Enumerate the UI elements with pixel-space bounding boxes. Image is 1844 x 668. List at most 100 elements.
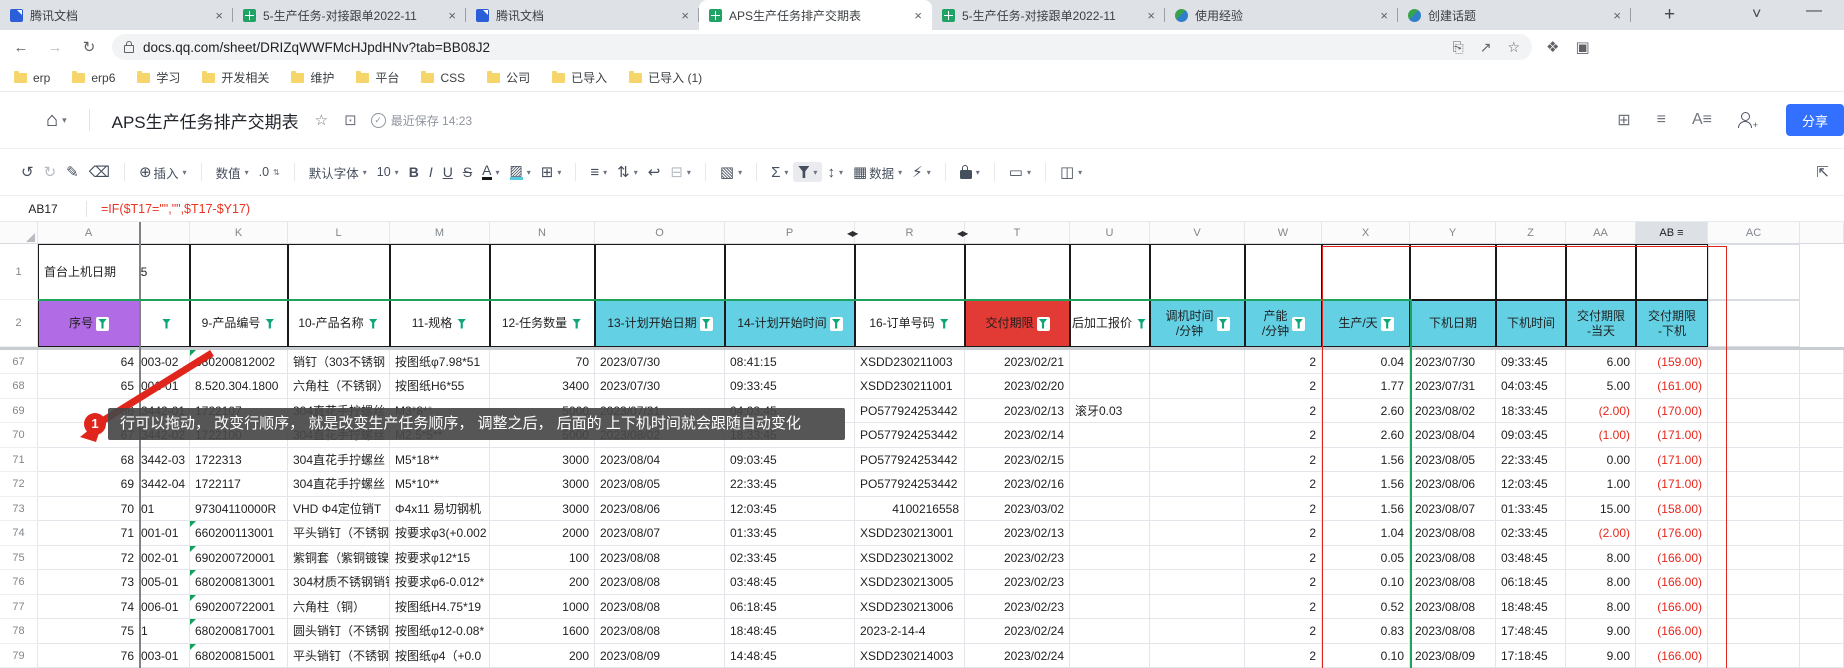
col-letter-N[interactable]: N bbox=[490, 222, 595, 244]
cell-R73[interactable]: 4100216558 bbox=[855, 497, 965, 521]
hidden-column-s-marker[interactable]: ◀▶ bbox=[957, 229, 967, 238]
cell-V77[interactable] bbox=[1150, 595, 1245, 619]
cell-V78[interactable] bbox=[1150, 619, 1245, 643]
cell-W75[interactable]: 2 bbox=[1245, 546, 1322, 570]
browser-tab-3[interactable]: 腾讯文档× bbox=[466, 0, 699, 30]
h-align-button[interactable]: ≡▾ bbox=[585, 160, 612, 185]
cell-V75[interactable] bbox=[1150, 546, 1245, 570]
cell-T71[interactable]: 2023/02/15 bbox=[965, 448, 1070, 472]
merge-cells-button[interactable]: ⊟▾ bbox=[665, 159, 696, 185]
filter-funnel-icon[interactable] bbox=[1135, 317, 1148, 331]
cell-K68[interactable]: 8.520.304.1800 bbox=[190, 374, 288, 398]
cell-M67[interactable]: 按图纸φ7.98*51 bbox=[390, 350, 490, 374]
cell-hidden1[interactable]: 15 bbox=[140, 244, 190, 300]
cell-V79[interactable] bbox=[1150, 644, 1245, 668]
insert-button[interactable]: ⊕插入▾ bbox=[134, 159, 192, 186]
browser-tab-4[interactable]: APS生产任务排产交期表× bbox=[699, 0, 932, 30]
cell-A78[interactable]: 75 bbox=[38, 619, 140, 643]
number-format-button[interactable]: 数值▾ bbox=[211, 159, 254, 186]
cell-hidden77[interactable]: 006-01 bbox=[140, 595, 190, 619]
filter-funnel-icon[interactable] bbox=[1037, 317, 1050, 331]
window-minimize-icon[interactable]: — bbox=[1806, 2, 1822, 20]
automation-icon[interactable]: ⚡▾ bbox=[907, 159, 936, 185]
cell-O75[interactable]: 2023/08/08 bbox=[595, 546, 725, 570]
cell-K76[interactable]: 680200813001 bbox=[190, 570, 288, 594]
row-number-1[interactable]: 1 bbox=[0, 244, 38, 300]
bookmark-item-5[interactable]: 维护 bbox=[291, 69, 334, 86]
col-letter-K[interactable]: K bbox=[190, 222, 288, 244]
cell-R67[interactable]: XSDD230211003 bbox=[855, 350, 965, 374]
header-V[interactable]: 调机时间 /分钟 bbox=[1150, 300, 1245, 347]
data-button[interactable]: ▦数据▾ bbox=[848, 159, 907, 186]
tab-close-icon[interactable]: × bbox=[1147, 8, 1155, 23]
row-number-70[interactable]: 70 bbox=[0, 423, 38, 447]
col-letter-Z[interactable]: Z bbox=[1496, 222, 1566, 244]
reload-icon[interactable]: ↻ bbox=[76, 38, 102, 56]
cell-R70[interactable]: PO577924253442 bbox=[855, 423, 965, 447]
cell-L68[interactable]: 六角柱（不锈钢） bbox=[288, 374, 390, 398]
cell-M76[interactable]: 按要求φ6-0.012* bbox=[390, 570, 490, 594]
url-text[interactable]: docs.qq.com/sheet/DRIZqWWFMcHJpdHNv?tab=… bbox=[143, 40, 490, 55]
underline-button[interactable]: U bbox=[438, 160, 458, 184]
cell-K74[interactable]: 660200113001 bbox=[190, 521, 288, 545]
cell-A68[interactable]: 65 bbox=[38, 374, 140, 398]
header-U[interactable]: 后加工报价 bbox=[1070, 300, 1150, 347]
tab-close-icon[interactable]: × bbox=[914, 8, 922, 23]
cell-hidden70[interactable] bbox=[1800, 423, 1844, 447]
font-size-select[interactable]: 10▾ bbox=[372, 161, 404, 183]
col-letter-AB[interactable]: AB ≡ bbox=[1636, 222, 1708, 244]
cell-P1[interactable] bbox=[725, 244, 855, 300]
header-T[interactable]: 交付期限 bbox=[965, 300, 1070, 347]
cell-P73[interactable]: 12:03:45 bbox=[725, 497, 855, 521]
row-number-2[interactable]: 2 bbox=[0, 300, 38, 347]
filter-funnel-icon[interactable] bbox=[96, 317, 109, 331]
insert-image-button[interactable]: ▧▾ bbox=[715, 159, 747, 185]
col-letter-R[interactable]: R bbox=[855, 222, 965, 244]
cell-hidden68[interactable]: 001-01 bbox=[140, 374, 190, 398]
share-page-icon[interactable]: ↗ bbox=[1480, 39, 1492, 56]
back-icon[interactable]: ← bbox=[8, 39, 34, 56]
cell-U68[interactable] bbox=[1070, 374, 1150, 398]
row-number-67[interactable]: 67 bbox=[0, 350, 38, 374]
cell-R1[interactable] bbox=[855, 244, 965, 300]
cell-U67[interactable] bbox=[1070, 350, 1150, 374]
cell-U77[interactable] bbox=[1070, 595, 1150, 619]
bookmark-star-icon[interactable]: ☆ bbox=[1507, 39, 1520, 56]
cell-A72[interactable]: 69 bbox=[38, 472, 140, 496]
cell-P67[interactable]: 08:41:15 bbox=[725, 350, 855, 374]
cell-A77[interactable]: 74 bbox=[38, 595, 140, 619]
row-number-74[interactable]: 74 bbox=[0, 521, 38, 545]
clear-format-icon[interactable]: ⌫ bbox=[84, 159, 115, 185]
cell-R78[interactable]: 2023-2-14-4 bbox=[855, 619, 965, 643]
share-button[interactable]: 分享 bbox=[1786, 104, 1844, 136]
cell-P68[interactable]: 09:33:45 bbox=[725, 374, 855, 398]
cell-N79[interactable]: 200 bbox=[490, 644, 595, 668]
cell-W68[interactable]: 2 bbox=[1245, 374, 1322, 398]
cell-U1[interactable] bbox=[1070, 244, 1150, 300]
cell-U75[interactable] bbox=[1070, 546, 1150, 570]
cell-W78[interactable]: 2 bbox=[1245, 619, 1322, 643]
cell-K71[interactable]: 1722313 bbox=[190, 448, 288, 472]
col-letter-AA[interactable]: AA bbox=[1566, 222, 1636, 244]
cell-U74[interactable] bbox=[1070, 521, 1150, 545]
col-letter-V[interactable]: V bbox=[1150, 222, 1245, 244]
cell-R68[interactable]: XSDD230211001 bbox=[855, 374, 965, 398]
header-hidden-column[interactable] bbox=[140, 300, 190, 347]
cell-A73[interactable]: 70 bbox=[38, 497, 140, 521]
cell-W67[interactable]: 2 bbox=[1245, 350, 1322, 374]
sort-button[interactable]: ↕▾ bbox=[822, 160, 848, 185]
browser-tab-6[interactable]: 使用经验× bbox=[1165, 0, 1398, 30]
cell-M73[interactable]: Φ4x11 易切钢机 bbox=[390, 497, 490, 521]
text-format-icon[interactable]: A≡ bbox=[1692, 111, 1712, 129]
row-number-75[interactable]: 75 bbox=[0, 546, 38, 570]
cell-M79[interactable]: 按图纸φ4（+0.0 bbox=[390, 644, 490, 668]
col-letter-spacer[interactable] bbox=[1800, 222, 1844, 244]
col-letter-W[interactable]: W bbox=[1245, 222, 1322, 244]
cell-U71[interactable] bbox=[1070, 448, 1150, 472]
cell-hidden74[interactable] bbox=[1800, 521, 1844, 545]
cell-K1[interactable] bbox=[190, 244, 288, 300]
strikethrough-button[interactable]: S bbox=[458, 160, 477, 184]
cell-hidden69[interactable] bbox=[1800, 399, 1844, 423]
cell-V1[interactable] bbox=[1150, 244, 1245, 300]
cell-L74[interactable]: 平头销钉（不锈钢 bbox=[288, 521, 390, 545]
